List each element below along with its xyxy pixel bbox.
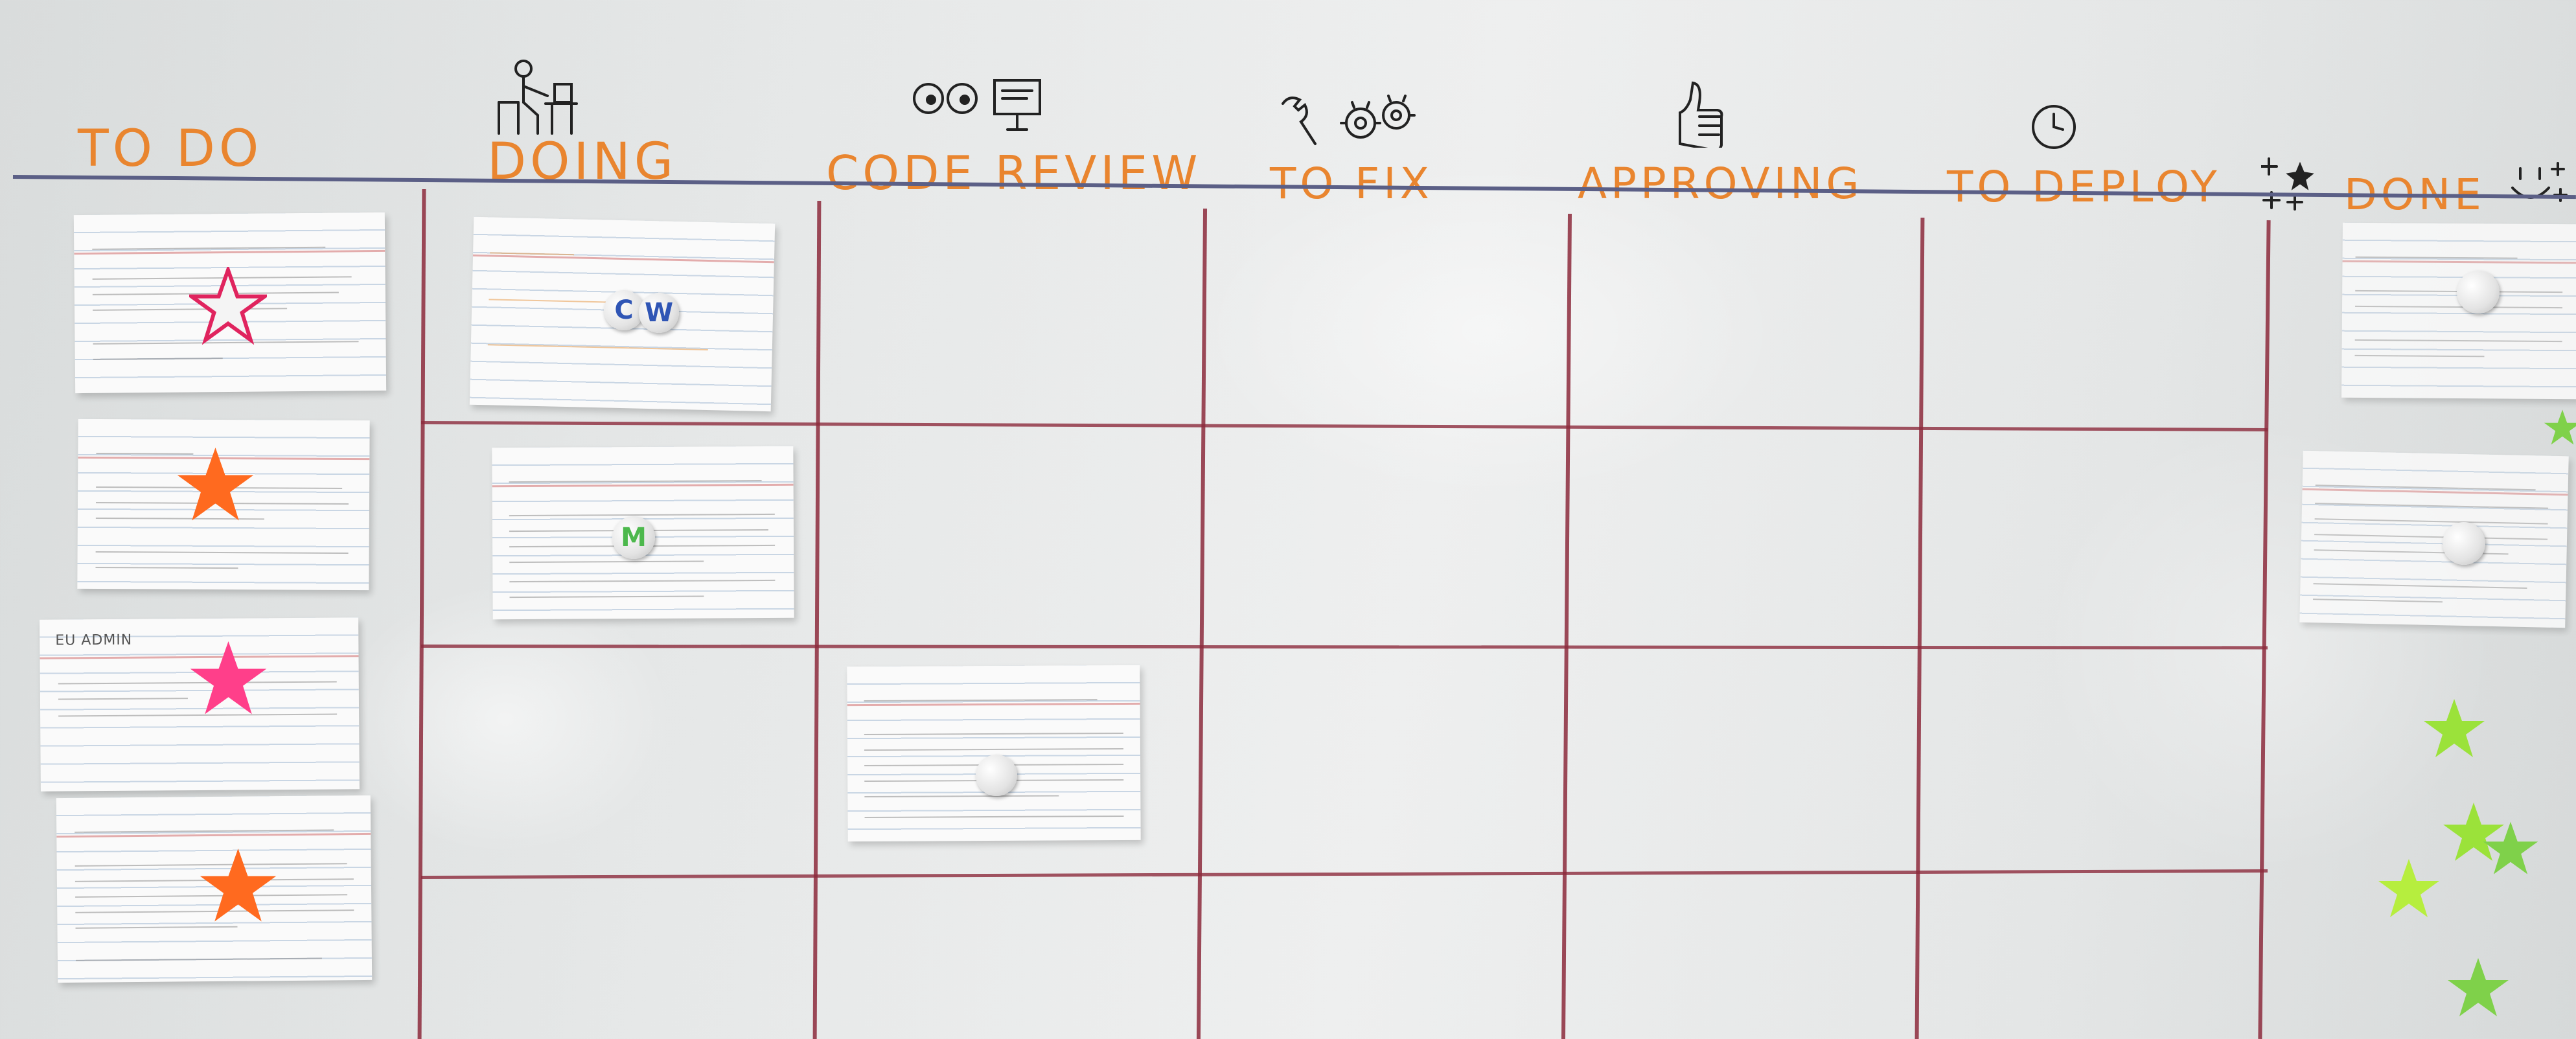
magnet[interactable]	[2457, 271, 2500, 314]
magnet[interactable]	[2443, 522, 2485, 565]
wrench-and-gears-icon	[1276, 91, 1425, 149]
green-star-sticker	[2543, 402, 2576, 453]
grid-line-horizontal	[420, 869, 2268, 879]
magnet[interactable]	[976, 755, 1017, 796]
grid-line-vertical	[2258, 220, 2271, 1039]
column-header-approving: APPROVING	[1578, 159, 1863, 209]
thumbs-up-icon	[1668, 76, 1727, 152]
grid-line-horizontal	[420, 421, 2268, 431]
assignee-magnet[interactable]: C	[604, 290, 644, 330]
sparkle-icon	[2260, 146, 2352, 217]
board-glare	[337, 583, 674, 855]
task-card[interactable]	[2299, 450, 2569, 628]
green-star-sticker	[2446, 955, 2511, 1020]
grid-line-vertical	[1915, 217, 1925, 1039]
grid-line-vertical	[812, 200, 822, 1039]
task-card[interactable]	[2341, 222, 2576, 400]
grid-line-vertical	[417, 188, 426, 1039]
column-header-code-review: CODE REVIEW	[826, 146, 1202, 200]
white-star-sticker	[185, 264, 271, 345]
green-star-sticker	[2422, 696, 2487, 761]
green-star-sticker	[2376, 856, 2441, 921]
grid-line-horizontal	[420, 645, 2268, 650]
grid-line-vertical	[1196, 208, 1208, 1039]
smile-icon	[2507, 155, 2572, 214]
assignee-magnet[interactable]: M	[612, 516, 655, 559]
column-header-to-fix: TO FIX	[1270, 159, 1433, 209]
person-at-desk-icon	[492, 57, 583, 141]
task-card[interactable]	[847, 665, 1141, 842]
orange-star-sticker	[198, 845, 279, 926]
column-header-to-deploy: TO DEPLOY	[1947, 162, 2221, 212]
assignee-magnet[interactable]: W	[639, 293, 679, 333]
green-star-sticker	[2481, 819, 2540, 878]
orange-star-sticker	[175, 444, 256, 525]
pink-star-sticker	[188, 638, 269, 719]
board-glare	[1199, 162, 1782, 499]
eyes-and-monitor-icon	[910, 73, 1059, 137]
grid-line-vertical	[1561, 213, 1572, 1039]
column-header-todo: TO DO	[78, 120, 263, 178]
clock-icon	[2029, 102, 2078, 152]
